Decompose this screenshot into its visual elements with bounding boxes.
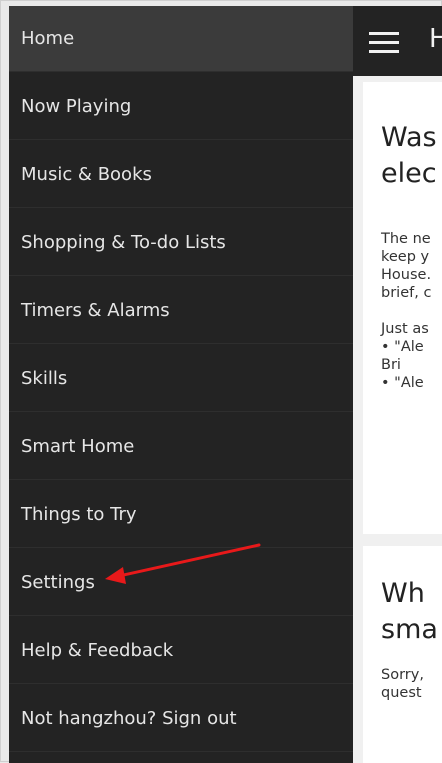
sidebar-item-settings[interactable]: Settings xyxy=(9,550,353,616)
sidebar-item-label: Not hangzhou? Sign out xyxy=(21,708,237,729)
sidebar-item-now-playing[interactable]: Now Playing xyxy=(9,74,353,140)
card-headline-line: sma xyxy=(381,614,438,645)
sidebar-item-label: Timers & Alarms xyxy=(21,300,170,321)
page-title: H xyxy=(429,24,442,54)
card-bullet: • "Ale xyxy=(381,375,424,391)
card-text-line: Sorry, xyxy=(381,667,424,683)
hamburger-menu-icon[interactable] xyxy=(369,32,399,54)
sidebar-item-label: Settings xyxy=(21,572,95,593)
card-headline-line: elec xyxy=(381,158,437,189)
card-headline-line: Wh xyxy=(381,578,425,609)
card-text-line: House. xyxy=(381,267,432,283)
sidebar-item-label: Music & Books xyxy=(21,164,152,185)
sidebar-item-label: Smart Home xyxy=(21,436,135,457)
sidebar-item-home[interactable]: Home xyxy=(9,6,353,72)
sidebar-item-label: Things to Try xyxy=(21,504,137,525)
sidebar-item-label: Help & Feedback xyxy=(21,640,174,661)
sidebar-nav: Home Now Playing Music & Books Shopping … xyxy=(9,6,353,763)
sidebar-item-smart-home[interactable]: Smart Home xyxy=(9,414,353,480)
sidebar-item-timers-alarms[interactable]: Timers & Alarms xyxy=(9,278,353,344)
sidebar-item-sign-out[interactable]: Not hangzhou? Sign out xyxy=(9,686,353,752)
card-bullet: • "Ale xyxy=(381,339,424,355)
card-text-line: keep y xyxy=(381,249,430,265)
sidebar-item-skills[interactable]: Skills xyxy=(9,346,353,412)
sidebar-item-label: Shopping & To-do Lists xyxy=(21,232,226,253)
sidebar-item-shopping-todo[interactable]: Shopping & To-do Lists xyxy=(9,210,353,276)
card-headline-line: Was xyxy=(381,122,437,153)
app-window: Home Now Playing Music & Books Shopping … xyxy=(0,0,442,763)
main-content: H Was elec The ne keep y House. brief, c… xyxy=(353,6,442,763)
card-text-line: The ne xyxy=(381,231,431,247)
sidebar-item-label: Now Playing xyxy=(21,96,132,117)
card-text-line: Just as xyxy=(381,321,429,337)
sidebar-item-label: Home xyxy=(21,28,75,49)
sidebar-item-music-books[interactable]: Music & Books xyxy=(9,142,353,208)
card-bullet: Bri xyxy=(381,357,401,373)
card-text-line: brief, c xyxy=(381,285,432,301)
sidebar-item-help-feedback[interactable]: Help & Feedback xyxy=(9,618,353,684)
sidebar-item-label: Skills xyxy=(21,368,68,389)
feed-card[interactable]: Wh sma Sorry, quest xyxy=(363,546,442,763)
top-bar: H xyxy=(353,6,442,76)
feed-card[interactable]: Was elec The ne keep y House. brief, c J… xyxy=(363,82,442,534)
sidebar-item-things-to-try[interactable]: Things to Try xyxy=(9,482,353,548)
card-text-line: quest xyxy=(381,685,422,701)
